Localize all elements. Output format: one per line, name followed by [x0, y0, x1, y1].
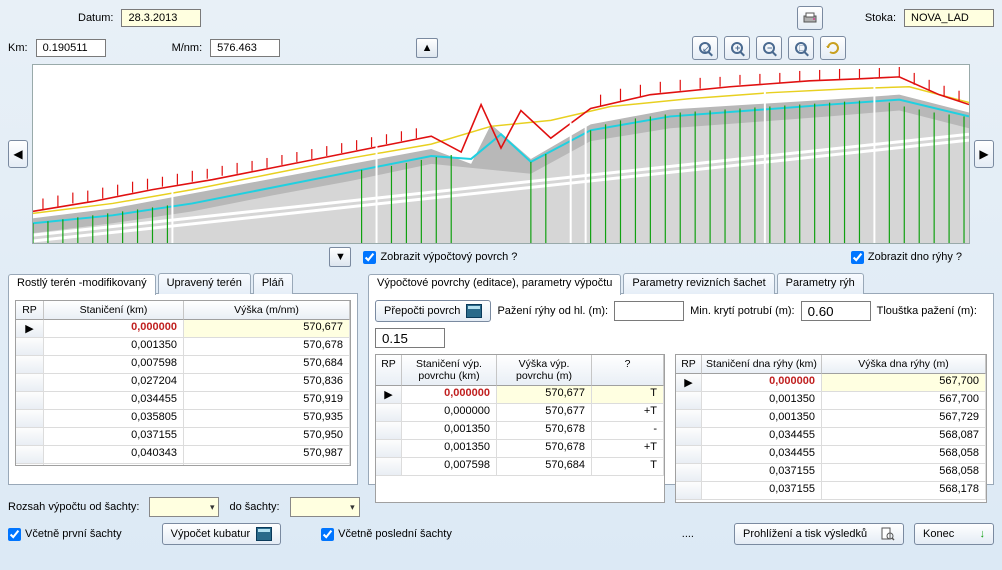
- tab-rostly-teren[interactable]: Rostlý terén -modifikovaný: [8, 274, 156, 295]
- stoka-label: Stoka:: [865, 12, 896, 24]
- vc-posledni-label: Včetně poslední šachty: [338, 528, 452, 540]
- calculator-icon: [466, 304, 482, 318]
- minkryti-label: Min. krytí potrubí (m):: [690, 305, 795, 317]
- table-row[interactable]: ▶0,000000570,677: [16, 320, 350, 338]
- show-bottom-check[interactable]: Zobrazit dno rýhy ?: [851, 251, 962, 264]
- prev-button[interactable]: ◀: [8, 140, 28, 168]
- table-row[interactable]: 0,000000570,677+T: [376, 404, 664, 422]
- table-row[interactable]: 0,007598570,684: [16, 356, 350, 374]
- arrow-down-icon: ↓: [980, 528, 986, 540]
- table-row[interactable]: 0,034455568,058: [676, 446, 986, 464]
- stoka-value[interactable]: NOVA_LAD: [904, 9, 994, 27]
- table-row[interactable]: 0,040343570,987: [16, 446, 350, 464]
- table-row[interactable]: 0,001350570,678-: [376, 422, 664, 440]
- col-rp: RP: [16, 301, 44, 320]
- mcol-rp: RP: [376, 355, 402, 386]
- zoom-fit-button[interactable]: ⤢: [692, 36, 718, 60]
- konec-button[interactable]: Konec ↓: [914, 523, 994, 545]
- table-row[interactable]: 0,037155568,178: [676, 482, 986, 500]
- konec-label: Konec: [923, 528, 954, 540]
- table-row[interactable]: 0,034455568,087: [676, 428, 986, 446]
- rozsah-label: Rozsah výpočtu od šachty:: [8, 501, 139, 513]
- rcol-vyska: Výška dna rýhy (m): [822, 355, 986, 374]
- mid-grid[interactable]: RP Staničení výp. povrchu (km) Výška výp…: [375, 354, 665, 503]
- magnifier-minus-icon: −: [763, 42, 775, 54]
- vc-posledni-check[interactable]: Včetně poslední šachty: [321, 528, 452, 541]
- table-row[interactable]: 0,037155568,058: [676, 464, 986, 482]
- datum-label: Datum:: [78, 12, 113, 24]
- km-value[interactable]: 0.190511: [36, 39, 106, 57]
- prohlizeni-button[interactable]: Prohlížení a tisk výsledků: [734, 523, 904, 545]
- magnifier-plus-icon: +: [731, 42, 743, 54]
- table-row[interactable]: 0,007598570,684T: [376, 458, 664, 476]
- pazeni-input[interactable]: [614, 301, 684, 321]
- rcol-rp: RP: [676, 355, 702, 374]
- table-row[interactable]: 0,034455570,919: [16, 392, 350, 410]
- kubatur-label: Výpočet kubatur: [171, 528, 251, 540]
- km-label: Km:: [8, 42, 28, 54]
- tab-upraveny-teren[interactable]: Upravený terén: [158, 273, 251, 294]
- mnm-label: M/nm:: [172, 42, 203, 54]
- datum-value[interactable]: 28.3.2013: [121, 9, 201, 27]
- col-stan: Staničení (km): [44, 301, 184, 320]
- zoom-out-button[interactable]: −: [756, 36, 782, 60]
- table-row[interactable]: 0,001350570,678+T: [376, 440, 664, 458]
- table-row[interactable]: ▶0,000000570,677T: [376, 386, 664, 404]
- prohl-label: Prohlížení a tisk výsledků: [743, 528, 867, 540]
- calculator-icon: [256, 527, 272, 541]
- table-row[interactable]: ▶0,000000567,700: [676, 374, 986, 392]
- od-sachty-select[interactable]: [149, 497, 219, 517]
- tloustka-input[interactable]: [375, 328, 445, 348]
- tab-vypoctove-povrchy[interactable]: Výpočtové povrchy (editace), parametry v…: [368, 274, 621, 295]
- show-surface-label: Zobrazit výpočtový povrch ?: [380, 251, 517, 263]
- table-row[interactable]: 0,027204570,836: [16, 374, 350, 392]
- refresh-icon: [825, 40, 841, 56]
- printer-icon: [802, 11, 818, 25]
- vc-prvni-label: Včetně první šachty: [25, 528, 122, 540]
- mcol-q: ?: [592, 355, 664, 386]
- rcol-stan: Staničení dna rýhy (km): [702, 355, 822, 374]
- col-vyska: Výška (m/nm): [184, 301, 350, 320]
- right-grid[interactable]: RP Staničení dna rýhy (km) Výška dna rýh…: [675, 354, 987, 503]
- mcol-stan: Staničení výp. povrchu (km): [402, 355, 497, 386]
- print-button[interactable]: [797, 6, 823, 30]
- tab-parametry-ryh[interactable]: Parametry rýh: [777, 273, 864, 294]
- table-row[interactable]: 0,001350567,729: [676, 410, 986, 428]
- do-sachty-select[interactable]: [290, 497, 360, 517]
- table-row[interactable]: 0,001350570,678: [16, 338, 350, 356]
- down-button[interactable]: ▼: [329, 247, 351, 267]
- refresh-button[interactable]: [820, 36, 846, 60]
- tab-plan[interactable]: Pláň: [253, 273, 293, 294]
- table-row[interactable]: 0,050989571,188: [16, 464, 350, 465]
- show-bottom-label: Zobrazit dno rýhy ?: [868, 251, 962, 263]
- dots-label: ....: [682, 528, 694, 540]
- recalc-label: Přepočti povrch: [384, 305, 460, 317]
- profile-canvas[interactable]: [32, 64, 970, 244]
- show-surface-check[interactable]: Zobrazit výpočtový povrch ?: [363, 251, 517, 264]
- tloustka-label: Tlouštka pažení (m):: [877, 305, 977, 317]
- table-row[interactable]: 0,037155570,950: [16, 428, 350, 446]
- up-button[interactable]: ▲: [416, 38, 438, 58]
- do-sachty-label: do šachty:: [229, 501, 279, 513]
- magnifier-box-icon: □: [795, 42, 807, 54]
- magnifier-fit-icon: ⤢: [699, 42, 711, 54]
- document-search-icon: [881, 527, 895, 541]
- vypocet-kubatur-button[interactable]: Výpočet kubatur: [162, 523, 282, 545]
- left-grid[interactable]: RP Staničení (km) Výška (m/nm) ▶0,000000…: [15, 300, 351, 466]
- pazeni-label: Pažení rýhy od hl. (m):: [497, 305, 608, 317]
- tab-parametry-sachet[interactable]: Parametry revizních šachet: [623, 273, 774, 294]
- vc-prvni-check[interactable]: Včetně první šachty: [8, 528, 122, 541]
- zoom-in-button[interactable]: +: [724, 36, 750, 60]
- zoom-window-button[interactable]: □: [788, 36, 814, 60]
- table-row[interactable]: 0,001350567,700: [676, 392, 986, 410]
- table-row[interactable]: 0,035805570,935: [16, 410, 350, 428]
- mnm-value[interactable]: 576.463: [210, 39, 280, 57]
- recalc-button[interactable]: Přepočti povrch: [375, 300, 491, 322]
- minkryti-input[interactable]: [801, 301, 871, 321]
- mcol-vyska: Výška výp. povrchu (m): [497, 355, 592, 386]
- next-button[interactable]: ▶: [974, 140, 994, 168]
